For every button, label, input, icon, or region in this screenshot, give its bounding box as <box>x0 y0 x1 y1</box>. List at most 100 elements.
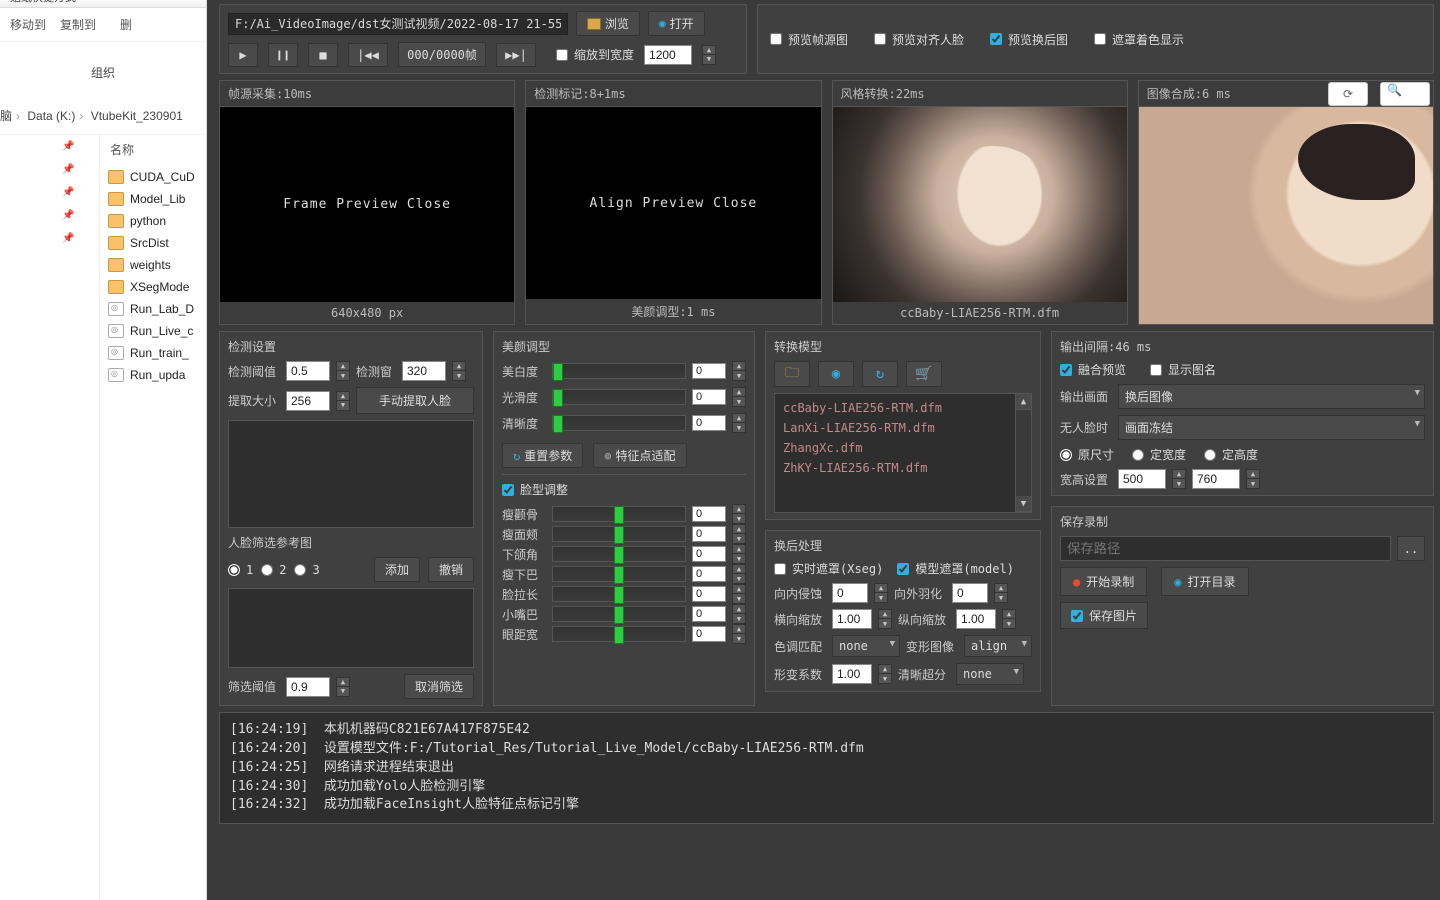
model-preview-button[interactable]: ◉ <box>818 361 854 387</box>
hscale-input[interactable] <box>832 609 872 629</box>
reset-params-button[interactable]: ↻重置参数 <box>502 443 583 468</box>
spinner[interactable]: ▲▼ <box>1246 469 1260 489</box>
face-slider[interactable] <box>552 506 686 522</box>
face-slider[interactable] <box>552 586 686 602</box>
breadcrumb[interactable]: 脑› Data (K:)› VtubeKit_230901 <box>0 91 206 135</box>
preview-src-checkbox[interactable] <box>770 33 782 45</box>
size-fixw-radio[interactable] <box>1132 449 1144 461</box>
model-shop-button[interactable]: 🛒 <box>906 361 942 387</box>
seek-end-button[interactable]: ▶▶| <box>496 43 536 67</box>
face-slider[interactable] <box>552 526 686 542</box>
face-slider-value[interactable] <box>692 506 726 522</box>
output-image-dropdown[interactable]: 换后图像 <box>1118 384 1425 409</box>
open-dir-button[interactable]: 打开目录 <box>1161 567 1248 596</box>
manual-extract-button[interactable]: 手动提取人脸 <box>356 387 474 414</box>
list-item[interactable]: Run_train_ <box>106 342 200 364</box>
list-item[interactable]: SrcDist <box>106 232 200 254</box>
deform-input[interactable] <box>832 664 872 684</box>
spinner[interactable]: ▲▼ <box>732 604 746 624</box>
vscale-input[interactable] <box>956 609 996 629</box>
spinner[interactable]: ▲▼ <box>732 413 746 433</box>
undo-ref-button[interactable]: 撤销 <box>428 557 474 582</box>
whiten-value[interactable] <box>692 363 726 379</box>
nav-pane[interactable]: 📌📌📌📌📌 <box>0 135 100 900</box>
spinner[interactable]: ▲▼ <box>732 544 746 564</box>
move-to-button[interactable]: 移动到 <box>10 16 46 33</box>
list-item[interactable]: python <box>106 210 200 232</box>
whiten-slider[interactable] <box>552 363 686 379</box>
stop-button[interactable]: ■ <box>308 43 338 67</box>
scale-spinner[interactable]: ▲▼ <box>702 45 716 65</box>
morph-dropdown[interactable]: align <box>964 635 1032 657</box>
spinner[interactable]: ▲▼ <box>1002 609 1016 629</box>
spinner[interactable]: ▲▼ <box>1172 469 1186 489</box>
spinner[interactable]: ▲▼ <box>336 361 350 381</box>
list-item[interactable]: Run_Live_c <box>106 320 200 342</box>
model-item[interactable]: ccBaby-LIAE256-RTM.dfm <box>775 398 1031 418</box>
face-slider[interactable] <box>552 626 686 642</box>
erode-out-input[interactable] <box>952 583 988 603</box>
smooth-slider[interactable] <box>552 389 686 405</box>
face-slider-value[interactable] <box>692 606 726 622</box>
filter-radio-1[interactable] <box>228 564 240 576</box>
face-slider-value[interactable] <box>692 626 726 642</box>
list-item[interactable]: XSegMode <box>106 276 200 298</box>
model-item[interactable]: LanXi-LIAE256-RTM.dfm <box>775 418 1031 438</box>
start-record-button[interactable]: 开始录制 <box>1060 567 1147 596</box>
extract-size-input[interactable] <box>286 391 330 411</box>
filter-threshold-input[interactable] <box>286 677 330 697</box>
model-refresh-button[interactable]: ↻ <box>862 361 898 387</box>
delete-button[interactable]: 删 <box>120 16 132 33</box>
smooth-value[interactable] <box>692 389 726 405</box>
filter-radio-2[interactable] <box>261 564 273 576</box>
spinner[interactable]: ▲▼ <box>732 584 746 604</box>
colormatch-dropdown[interactable]: none <box>832 635 900 657</box>
list-item[interactable]: Run_Lab_D <box>106 298 200 320</box>
face-slider[interactable] <box>552 606 686 622</box>
play-button[interactable]: ▶ <box>228 43 258 67</box>
spinner[interactable]: ▲▼ <box>874 583 888 603</box>
spinner[interactable]: ▲▼ <box>878 664 892 684</box>
spinner[interactable]: ▲▼ <box>732 624 746 644</box>
scale-width-input[interactable] <box>644 45 692 65</box>
face-slider-value[interactable] <box>692 566 726 582</box>
face-shape-checkbox[interactable] <box>502 484 514 496</box>
face-slider-value[interactable] <box>692 526 726 542</box>
sharpen-slider[interactable] <box>552 415 686 431</box>
spinner[interactable]: ▲▼ <box>732 504 746 524</box>
width-input[interactable] <box>1118 469 1166 489</box>
model-list[interactable]: ccBaby-LIAE256-RTM.dfmLanXi-LIAE256-RTM.… <box>774 393 1032 513</box>
spinner[interactable]: ▲▼ <box>732 524 746 544</box>
browse-save-button[interactable]: .. <box>1397 536 1425 561</box>
spinner[interactable]: ▲▼ <box>878 609 892 629</box>
list-item[interactable]: CUDA_CuD <box>106 166 200 188</box>
height-input[interactable] <box>1192 469 1240 489</box>
spinner[interactable]: ▲▼ <box>452 361 466 381</box>
showname-checkbox[interactable] <box>1150 364 1162 376</box>
list-item[interactable]: Model_Lib <box>106 188 200 210</box>
spinner[interactable]: ▲▼ <box>336 677 350 697</box>
open-button[interactable]: 打开 <box>648 11 705 36</box>
detect-threshold-input[interactable] <box>286 361 330 381</box>
filter-radio-3[interactable] <box>294 564 306 576</box>
superres-dropdown[interactable]: none <box>956 663 1024 685</box>
size-fixh-radio[interactable] <box>1204 449 1216 461</box>
column-header-name[interactable]: 名称 <box>106 135 200 166</box>
browse-button[interactable]: 浏览 <box>576 11 640 36</box>
save-path-input[interactable] <box>1060 536 1391 561</box>
modelmask-checkbox[interactable] <box>897 563 909 575</box>
seek-start-button[interactable]: |◀◀ <box>348 43 388 67</box>
erode-in-input[interactable] <box>832 583 868 603</box>
detect-window-input[interactable] <box>402 361 446 381</box>
scale-checkbox[interactable] <box>556 49 568 61</box>
cancel-filter-button[interactable]: 取消筛选 <box>404 674 474 699</box>
preview-align-checkbox[interactable] <box>874 33 886 45</box>
video-path-input[interactable] <box>228 13 568 35</box>
model-item[interactable]: ZhangXc.dfm <box>775 438 1031 458</box>
face-slider-value[interactable] <box>692 546 726 562</box>
sharpen-value[interactable] <box>692 415 726 431</box>
scrollbar[interactable]: ▲▼ <box>1015 394 1031 512</box>
add-ref-button[interactable]: 添加 <box>374 557 420 582</box>
pause-button[interactable]: ❙❙ <box>268 43 298 67</box>
noface-dropdown[interactable]: 画面冻结 <box>1118 415 1425 440</box>
